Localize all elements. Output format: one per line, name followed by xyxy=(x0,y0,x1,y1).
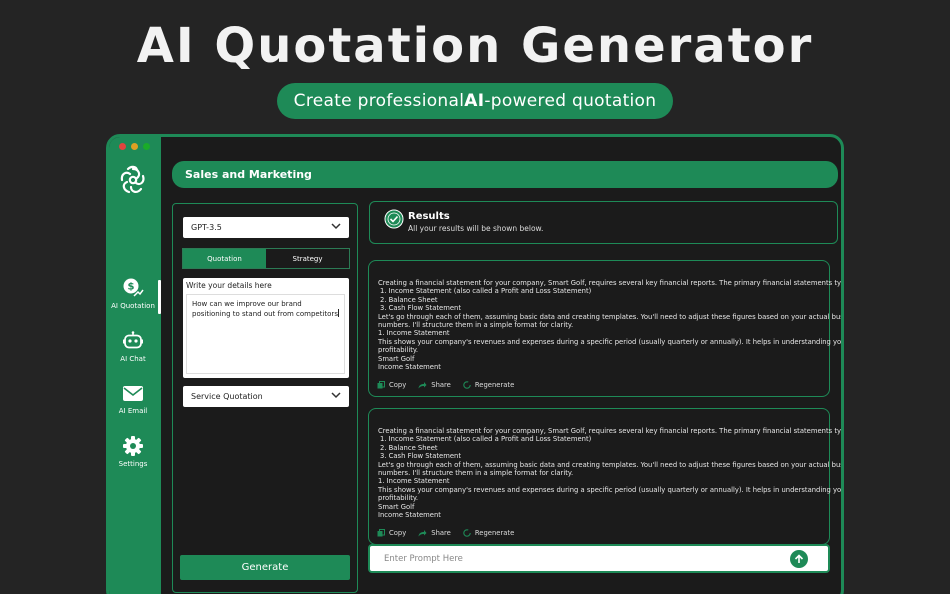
share-label: Share xyxy=(431,528,451,537)
result-card: Creating a financial statement for your … xyxy=(368,408,844,545)
result-line: 1. Income Statement xyxy=(378,329,450,338)
result-line: numbers. I'll structure them in a simple… xyxy=(378,321,574,330)
app-logo-icon xyxy=(120,165,145,194)
result-line: 2. Balance Sheet xyxy=(380,295,438,304)
result-line: Creating a financial statement for your … xyxy=(378,427,844,435)
tab-quotation[interactable]: Quotation xyxy=(183,249,266,268)
text-caret xyxy=(337,309,339,317)
share-button[interactable]: Share xyxy=(418,381,451,389)
sidebar-item-settings[interactable]: Settings xyxy=(109,436,157,468)
regenerate-button[interactable]: Regenerate xyxy=(463,381,514,389)
minimize-window-button[interactable] xyxy=(131,143,138,150)
arrow-up-icon xyxy=(794,554,804,563)
hero-subtitle-bold: AI xyxy=(464,91,485,111)
input-panel: GPT-3.5 Quotation Strategy Write your de… xyxy=(172,203,358,593)
robot-icon xyxy=(123,331,143,349)
sidebar-item-ai-email[interactable]: AI Email xyxy=(109,385,157,415)
page-header: Sales and Marketing xyxy=(172,161,838,188)
result-line: 1. Income Statement (also called a Profi… xyxy=(380,287,592,296)
chevron-down-icon xyxy=(331,223,341,230)
generate-button[interactable]: Generate xyxy=(180,555,350,580)
result-line: Let's go through each of them, assuming … xyxy=(378,460,844,469)
hero-title: AI Quotation Generator xyxy=(136,18,814,74)
regenerate-icon xyxy=(463,529,471,537)
details-box: Write your details here How can we impro… xyxy=(183,278,349,378)
service-select[interactable]: Service Quotation xyxy=(183,386,349,407)
copy-button[interactable]: Copy xyxy=(377,381,406,389)
send-button[interactable] xyxy=(790,550,808,568)
svg-text:$: $ xyxy=(128,282,135,293)
hero-subtitle-pre: Create professional xyxy=(293,91,465,111)
sidebar: $ AI Quotation AI Chat AI Email Settings xyxy=(109,137,161,594)
copy-button[interactable]: Copy xyxy=(377,529,406,537)
tab-strategy[interactable]: Strategy xyxy=(266,249,349,268)
regenerate-label: Regenerate xyxy=(474,528,515,537)
details-text: How can we improve our brand positioning… xyxy=(192,300,338,318)
result-line: Income Statement xyxy=(378,511,441,520)
share-button[interactable]: Share xyxy=(418,529,451,537)
window-controls xyxy=(119,143,150,150)
sidebar-item-label: AI Email xyxy=(118,407,148,415)
share-icon xyxy=(418,529,427,537)
results-subtitle: All your results will be shown below. xyxy=(408,224,544,233)
app-window: $ AI Quotation AI Chat AI Email Settings… xyxy=(106,134,844,594)
sidebar-item-ai-quotation[interactable]: $ AI Quotation xyxy=(109,278,161,314)
result-line: Smart Golf xyxy=(378,354,415,363)
close-window-button[interactable] xyxy=(119,143,126,150)
result-line: This shows your company's revenues and e… xyxy=(378,485,844,494)
gear-icon xyxy=(123,436,143,456)
chevron-down-icon xyxy=(331,392,341,399)
copy-label: Copy xyxy=(389,528,407,537)
copy-icon xyxy=(377,380,385,389)
result-line: 3. Cash Flow Statement xyxy=(380,452,462,461)
result-line: 1. Income Statement (also called a Profi… xyxy=(380,435,592,444)
zoom-window-button[interactable] xyxy=(143,143,150,150)
page-title: Sales and Marketing xyxy=(185,168,312,181)
envelope-icon xyxy=(123,386,143,401)
result-actions: Copy Share Regenerate xyxy=(377,529,514,537)
result-line: 2. Balance Sheet xyxy=(380,443,438,452)
quotation-icon: $ xyxy=(123,278,144,297)
result-line: Smart Golf xyxy=(378,502,415,511)
result-line: profitability. xyxy=(378,346,419,355)
sidebar-item-ai-chat[interactable]: AI Chat xyxy=(109,331,157,363)
result-actions: Copy Share Regenerate xyxy=(377,381,514,389)
results-header: Results All your results will be shown b… xyxy=(369,201,838,244)
result-line: Creating a financial statement for your … xyxy=(378,279,844,287)
result-line: numbers. I'll structure them in a simple… xyxy=(378,469,574,478)
share-label: Share xyxy=(431,380,451,389)
result-line: 1. Income Statement xyxy=(378,477,450,486)
mode-tabs: Quotation Strategy xyxy=(182,248,350,269)
result-line: profitability. xyxy=(378,494,419,503)
result-line: 3. Cash Flow Statement xyxy=(380,304,462,313)
verified-check-icon xyxy=(384,209,404,229)
copy-icon xyxy=(377,528,385,537)
model-select[interactable]: GPT-3.5 xyxy=(183,217,349,238)
regenerate-button[interactable]: Regenerate xyxy=(463,529,514,537)
copy-label: Copy xyxy=(389,380,407,389)
details-label: Write your details here xyxy=(186,281,272,290)
result-line: This shows your company's revenues and e… xyxy=(378,337,844,346)
prompt-bar xyxy=(368,544,830,573)
hero-subtitle-post: -powered quotation xyxy=(484,91,657,111)
result-card: Creating a financial statement for your … xyxy=(368,260,844,397)
details-textarea[interactable]: How can we improve our brand positioning… xyxy=(186,294,345,374)
sidebar-item-label: AI Chat xyxy=(120,355,146,363)
sidebar-item-label: Settings xyxy=(118,460,148,468)
results-title: Results xyxy=(408,211,450,222)
share-icon xyxy=(418,381,427,389)
result-line: Let's go through each of them, assuming … xyxy=(378,312,844,321)
hero-subtitle: Create professional AI -powered quotatio… xyxy=(277,83,673,119)
prompt-input[interactable] xyxy=(384,553,764,564)
model-select-value: GPT-3.5 xyxy=(191,223,222,232)
regenerate-icon xyxy=(463,381,471,389)
service-select-value: Service Quotation xyxy=(191,392,263,401)
regenerate-label: Regenerate xyxy=(474,380,515,389)
sidebar-item-label: AI Quotation xyxy=(111,302,155,310)
result-line: Income Statement xyxy=(378,363,441,372)
